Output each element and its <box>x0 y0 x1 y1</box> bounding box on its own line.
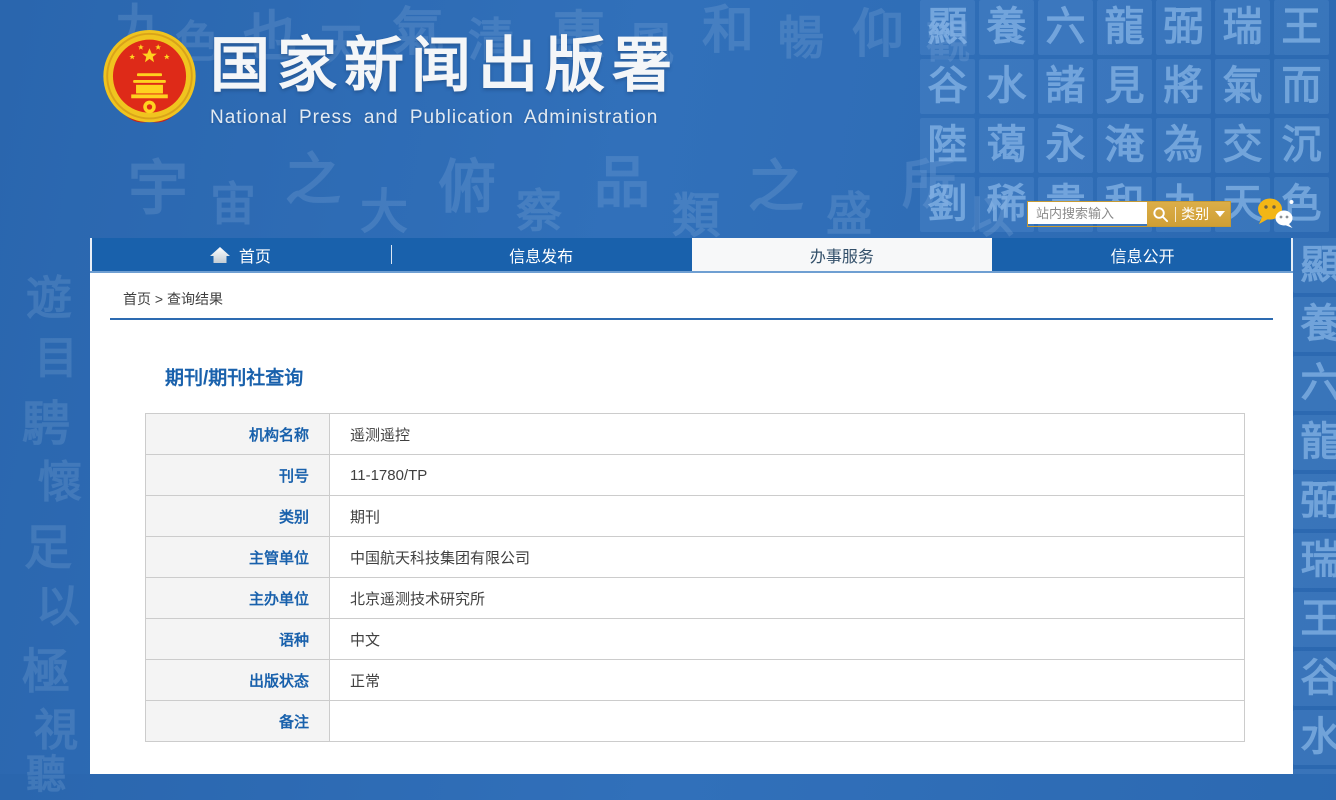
row-value: 中文 <box>350 631 381 649</box>
national-emblem-icon <box>103 30 196 123</box>
nav-item-label: 信息发布 <box>509 248 574 266</box>
nav-item-label: 信息公开 <box>1110 248 1175 266</box>
search-area: 类别 <box>1027 197 1295 231</box>
nav-edge-separator <box>1291 238 1293 271</box>
site-title: 国家新闻出版署 <box>210 32 679 99</box>
search-icon[interactable] <box>1152 206 1169 223</box>
table-row: 出版状态 正常 <box>146 660 1244 701</box>
row-label: 类别 <box>146 496 330 536</box>
table-row: 语种 中文 <box>146 619 1244 660</box>
nav-item-home[interactable]: 首页 <box>90 238 391 271</box>
table-row: 主管单位 中国航天科技集团有限公司 <box>146 537 1244 578</box>
row-value: 中国航天科技集团有限公司 <box>350 549 531 567</box>
row-label: 主管单位 <box>146 537 330 577</box>
search-input[interactable] <box>1028 202 1147 224</box>
search-controls: 类别 <box>1147 202 1230 226</box>
search-divider <box>1174 206 1176 222</box>
nav-item-label: 办事服务 <box>809 248 874 266</box>
table-row: 类别 期刊 <box>146 496 1244 537</box>
breadcrumb-separator: > <box>154 291 164 307</box>
table-row: 备注 <box>146 701 1244 742</box>
category-dropdown[interactable]: 类别 <box>1181 204 1209 224</box>
row-value <box>330 701 1244 741</box>
breadcrumb-current: 查询结果 <box>166 291 223 307</box>
row-label: 主办单位 <box>146 578 330 618</box>
row-value: 遥测遥控 <box>350 426 411 444</box>
content-panel: 首页 > 查询结果 期刊/期刊社查询 机构名称 遥测遥控 刊号 11-1780/… <box>90 273 1293 774</box>
main-nav: 首页 信息发布 办事服务 信息公开 <box>90 238 1293 273</box>
result-table: 机构名称 遥测遥控 刊号 11-1780/TP 类别 期刊 主管单位 中国航天科… <box>145 413 1245 742</box>
nav-item-public-info[interactable]: 信息公开 <box>992 238 1293 271</box>
row-label: 备注 <box>146 701 330 741</box>
site-logo[interactable]: 国家新闻出版署 National Press and Publication A… <box>101 30 679 130</box>
row-value: 北京遥测技术研究所 <box>350 590 486 608</box>
nav-item-news[interactable]: 信息发布 <box>391 238 692 271</box>
page-title: 期刊/期刊社查询 <box>165 368 304 389</box>
row-label: 刊号 <box>146 455 330 495</box>
table-row: 机构名称 遥测遥控 <box>146 414 1244 455</box>
nav-item-label: 首页 <box>238 248 271 266</box>
nav-item-services[interactable]: 办事服务 <box>691 238 993 271</box>
row-label: 机构名称 <box>146 414 330 454</box>
site-search: 类别 <box>1027 201 1231 227</box>
page: { "header": { "site_title": "国家新闻出版署", "… <box>0 0 1336 797</box>
breadcrumb-underline <box>110 318 1273 320</box>
home-icon <box>209 246 230 263</box>
table-row: 主办单位 北京遥测技术研究所 <box>146 578 1244 619</box>
row-label: 出版状态 <box>146 660 330 700</box>
row-label: 语种 <box>146 619 330 659</box>
wechat-icon[interactable] <box>1255 197 1295 231</box>
table-row: 刊号 11-1780/TP <box>146 455 1244 496</box>
row-value: 正常 <box>350 672 381 690</box>
site-subtitle: National Press and Publication Administr… <box>210 107 659 128</box>
caret-down-icon[interactable] <box>1214 211 1225 217</box>
seal-stamp-grid-right: 顯養六龍弼瑞王谷水諸 <box>1293 238 1336 774</box>
row-value: 期刊 <box>350 508 381 526</box>
breadcrumb-home-link[interactable]: 首页 <box>123 291 151 307</box>
breadcrumb: 首页 > 查询结果 <box>123 289 223 309</box>
row-value: 11-1780/TP <box>350 466 428 484</box>
